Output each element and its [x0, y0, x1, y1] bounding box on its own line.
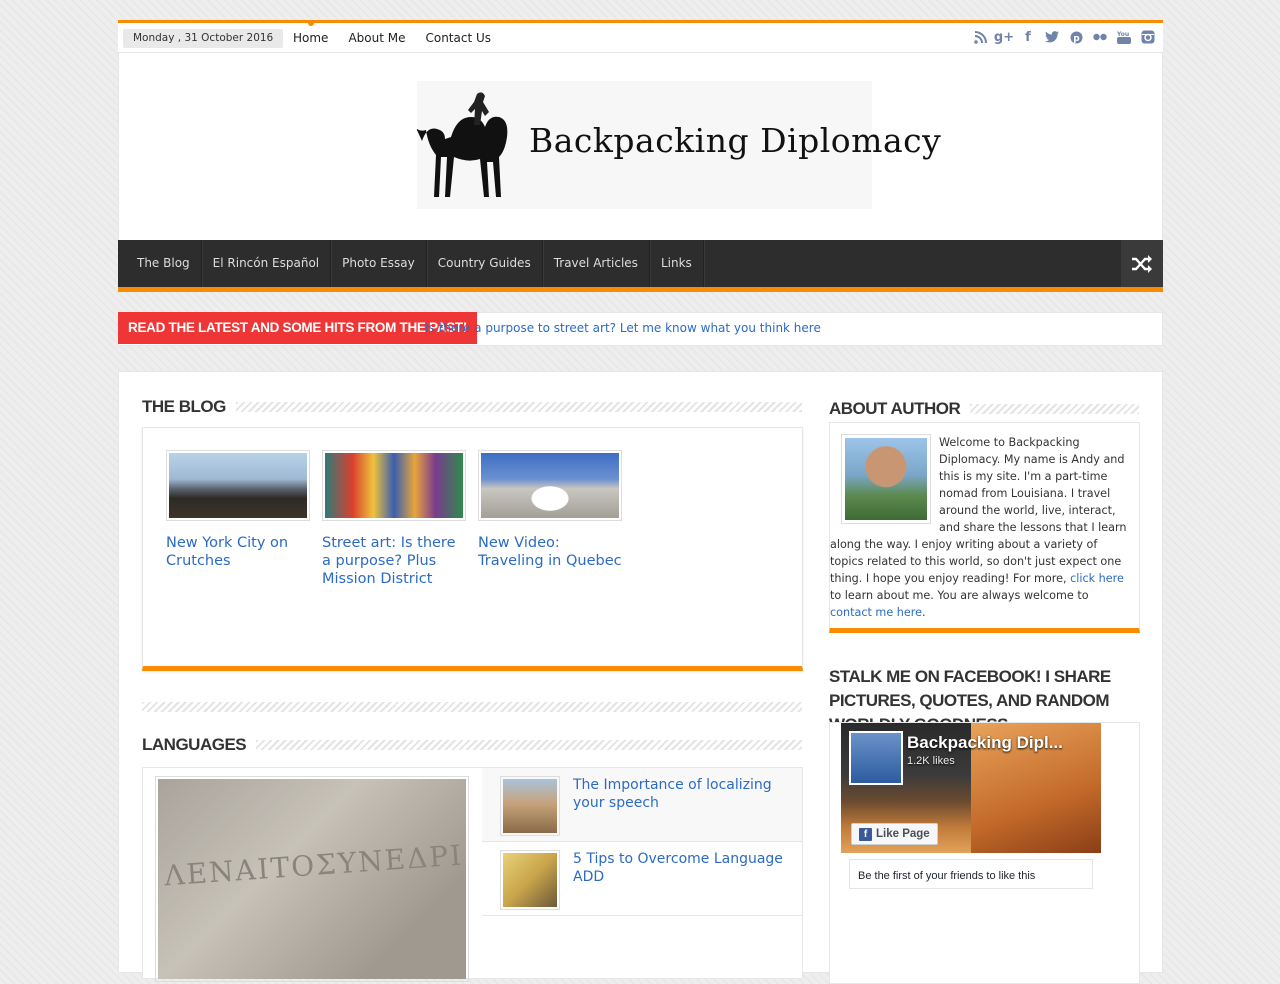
nav-el-rincon-espanol[interactable]: El Rincón Español — [202, 240, 332, 287]
content-area: The Blog New York City on Crutches Stree… — [118, 371, 1163, 984]
current-date: Monday , 31 October 2016 — [123, 29, 284, 48]
post-thumbnail[interactable] — [322, 450, 466, 521]
site-logo[interactable]: Backpacking Diplomacy — [417, 81, 941, 209]
facebook-icon[interactable]: f — [1019, 28, 1037, 46]
facebook-icon: f — [859, 828, 872, 841]
nav-photo-essay[interactable]: Photo Essay — [331, 240, 427, 287]
top-bar: Monday , 31 October 2016 Home About Me C… — [118, 20, 1163, 53]
blog-posts-box: New York City on Crutches Street art: Is… — [142, 427, 803, 671]
camel-rider-icon — [417, 92, 508, 197]
post-thumbnail[interactable] — [500, 850, 560, 910]
nav-travel-articles[interactable]: Travel Articles — [543, 240, 650, 287]
shuffle-icon — [1132, 254, 1152, 273]
page-wrapper: Monday , 31 October 2016 Home About Me C… — [118, 20, 1163, 984]
languages-section-header: Languages — [142, 735, 802, 755]
post-thumbnail[interactable] — [500, 776, 560, 836]
ticker-label: Read the latest and some hits from the p… — [118, 312, 478, 344]
facebook-friends-text: Be the first of your friends to like thi… — [849, 859, 1093, 889]
facebook-page-name[interactable]: Backpacking Dipl... — [907, 733, 1063, 753]
nav-links[interactable]: Links — [650, 240, 704, 287]
blog-section-header: The Blog — [142, 397, 802, 417]
blog-post: Street art: Is there a purpose? Plus Mis… — [322, 450, 468, 588]
site-header: Backpacking Diplomacy — [118, 53, 1163, 240]
contact-me-link[interactable]: contact me here — [830, 606, 922, 619]
about-author-box: Welcome to Backpacking Diplomacy. My nam… — [829, 422, 1140, 633]
about-me-link[interactable]: click here — [1070, 572, 1124, 585]
languages-section-title: Languages — [142, 735, 247, 754]
post-title-link[interactable]: Street art: Is there a purpose? Plus Mis… — [322, 534, 468, 588]
author-avatar — [841, 434, 931, 524]
facebook-widget: Backpacking Dipl... 1.2K likes f Like Pag… — [829, 722, 1140, 984]
section-divider — [970, 404, 1139, 414]
about-text-part: to learn about me. You are always welcom… — [830, 589, 1089, 602]
like-button-label: Like Page — [876, 828, 930, 840]
blog-post: New Video: Traveling in Quebec — [478, 450, 624, 570]
section-divider — [142, 702, 802, 712]
about-section-title: About Author — [829, 399, 961, 418]
rss-icon[interactable] — [971, 28, 989, 46]
twitter-icon[interactable] — [1043, 28, 1061, 46]
flickr-icon[interactable] — [1091, 28, 1109, 46]
svg-text:You: You — [1117, 31, 1129, 38]
nav-the-blog[interactable]: The Blog — [126, 240, 202, 287]
inscription-text: ΛΕΝΑΙΤΟΣΥΝΕΔΡΙ — [163, 838, 465, 893]
section-divider — [235, 402, 802, 412]
section-divider — [256, 740, 802, 750]
about-text-part: . — [921, 606, 926, 619]
pinterest-icon[interactable]: p — [1067, 28, 1085, 46]
about-section-header: About Author — [829, 399, 1139, 419]
random-post-button[interactable] — [1121, 240, 1163, 287]
logo-text: Backpacking Diplomacy — [529, 121, 942, 160]
top-nav-home[interactable]: Home — [283, 20, 338, 53]
list-item: The Importance of localizing your speech — [482, 768, 802, 842]
facebook-like-button[interactable]: f Like Page — [851, 823, 938, 845]
post-title-link[interactable]: New Video: Traveling in Quebec — [478, 534, 624, 570]
social-icons: g+ f p You — [971, 28, 1157, 46]
list-item: 5 Tips to Overcome Language ADD — [482, 842, 802, 916]
post-thumbnail[interactable] — [166, 450, 310, 521]
post-title-link[interactable]: The Importance of localizing your speech — [573, 776, 783, 812]
news-ticker: Read the latest and some hits from the p… — [118, 312, 1163, 346]
post-title-link[interactable]: 5 Tips to Overcome Language ADD — [573, 850, 783, 886]
facebook-like-count: 1.2K likes — [907, 755, 955, 767]
nav-country-guides[interactable]: Country Guides — [427, 240, 543, 287]
facebook-cover[interactable]: Backpacking Dipl... 1.2K likes f Like Pag… — [841, 723, 1101, 853]
youtube-icon[interactable]: You — [1115, 28, 1133, 46]
featured-post-thumbnail[interactable]: ΛΕΝΑΙΤΟΣΥΝΕΔΡΙ — [155, 776, 469, 982]
google-plus-icon[interactable]: g+ — [994, 28, 1014, 46]
ticker-link[interactable]: Is there a purpose to street art? Let me… — [425, 313, 821, 343]
languages-box: ΛΕΝΑΙΤΟΣΥΝΕΔΡΙ The Importance of localiz… — [142, 767, 803, 982]
main-navigation: The Blog El Rincón Español Photo Essay C… — [118, 240, 1163, 292]
post-title-link[interactable]: New York City on Crutches — [166, 534, 312, 570]
top-navigation: Home About Me Contact Us — [283, 20, 501, 53]
svg-text:p: p — [1073, 34, 1080, 44]
blog-section-title: The Blog — [142, 397, 226, 416]
facebook-profile-picture[interactable] — [849, 731, 903, 785]
post-thumbnail[interactable] — [478, 450, 622, 521]
top-nav-about-me[interactable]: About Me — [338, 23, 415, 53]
top-nav-contact-us[interactable]: Contact Us — [415, 23, 501, 53]
blog-post: New York City on Crutches — [166, 450, 312, 570]
instagram-icon[interactable] — [1139, 28, 1157, 46]
